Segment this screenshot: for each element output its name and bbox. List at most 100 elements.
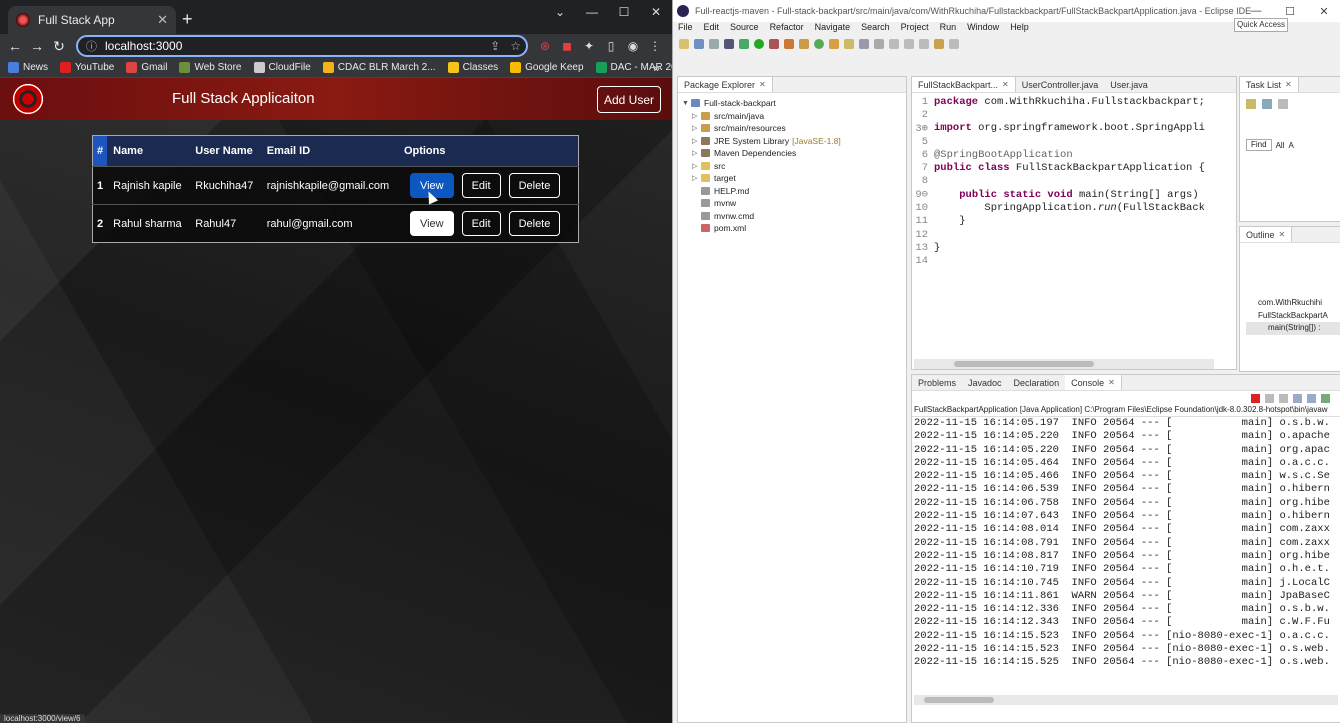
tab-package-explorer[interactable]: Package Explorer ✕ <box>678 77 773 92</box>
bookmark-item[interactable]: Web Store <box>179 62 242 73</box>
prev-annotation-icon[interactable] <box>919 39 929 49</box>
filter-icon[interactable] <box>1262 99 1272 109</box>
expand-arrow-icon[interactable]: ▷ <box>692 162 701 170</box>
quick-access-field[interactable]: Quick Access <box>1234 18 1288 32</box>
menu-navigate[interactable]: Navigate <box>815 22 851 36</box>
tree-item[interactable]: ▷ Maven Dependencies <box>682 147 906 160</box>
bookmark-item[interactable]: DAC - MAR 2022 -... <box>595 62 672 73</box>
extension-s-icon[interactable]: ⊛ <box>534 36 556 56</box>
expand-arrow-icon[interactable]: ▷ <box>692 137 701 145</box>
expand-arrow-icon[interactable]: ▷ <box>692 174 701 182</box>
tree-item[interactable]: pom.xml <box>682 222 906 235</box>
pin-console-icon[interactable] <box>1307 393 1316 403</box>
task-all-link[interactable]: All <box>1276 141 1285 150</box>
code-area[interactable]: 1 package com.WithRkuchiha.Fullstackbackp… <box>912 93 1236 268</box>
terminal-icon[interactable] <box>724 39 734 49</box>
new-class-icon[interactable] <box>814 39 824 49</box>
menu-window[interactable]: Window <box>967 22 999 36</box>
menu-refactor[interactable]: Refactor <box>770 22 804 36</box>
scroll-thumb[interactable] <box>954 361 1094 367</box>
tab-user-java[interactable]: User.java <box>1104 77 1154 92</box>
add-user-button[interactable]: Add User <box>597 86 661 113</box>
outline-package[interactable]: com.WithRkuchihi <box>1246 297 1340 310</box>
maximize-icon[interactable]: ☐ <box>608 0 640 24</box>
expand-arrow-icon[interactable]: ▷ <box>692 149 701 157</box>
profile-avatar-icon[interactable]: ◉ <box>622 36 644 56</box>
back-arrow-icon[interactable]: ← <box>4 35 26 57</box>
next-annotation-icon[interactable] <box>904 39 914 49</box>
expand-arrow-icon[interactable]: ▷ <box>692 112 701 120</box>
debug-icon[interactable] <box>739 39 749 49</box>
tab-problems[interactable]: Problems <box>912 375 962 390</box>
menu-edit[interactable]: Edit <box>704 22 720 36</box>
side-panel-icon[interactable]: ▯ <box>600 36 622 56</box>
open-console-icon[interactable] <box>1321 393 1330 403</box>
bookmark-item[interactable]: Classes <box>447 62 498 73</box>
save-all-icon[interactable] <box>709 39 719 49</box>
delete-button[interactable]: Delete <box>508 173 561 198</box>
tab-task-list[interactable]: Task List ✕ <box>1240 77 1299 92</box>
menu-source[interactable]: Source <box>730 22 759 36</box>
extension-red-icon[interactable]: ◼ <box>556 36 578 56</box>
whitespace-icon[interactable] <box>889 39 899 49</box>
search-icon[interactable] <box>844 39 854 49</box>
share-icon[interactable]: ⇪ <box>490 39 500 53</box>
edit-button[interactable]: Edit <box>461 173 501 198</box>
tree-item[interactable]: ▷ JRE System Library [JavaSE-1.8] <box>682 135 906 148</box>
tree-item[interactable]: ▷ src <box>682 160 906 173</box>
close-window-icon[interactable]: ✕ <box>640 0 672 24</box>
close-icon[interactable]: ✕ <box>759 80 766 89</box>
remove-launch-icon[interactable] <box>1265 393 1274 403</box>
chrome-menu-icon[interactable]: ⋮ <box>644 36 666 56</box>
expand-arrow-icon[interactable]: ▷ <box>692 124 701 132</box>
close-window-icon[interactable]: ✕ <box>1307 0 1340 22</box>
bookmark-item[interactable]: YouTube <box>60 62 114 73</box>
toggle-mark-icon[interactable] <box>859 39 869 49</box>
clear-console-icon[interactable] <box>1279 393 1288 403</box>
tab-javadoc[interactable]: Javadoc <box>962 375 1008 390</box>
save-icon[interactable] <box>694 39 704 49</box>
terminate-icon[interactable] <box>1251 393 1260 403</box>
bookmark-star-icon[interactable]: ☆ <box>510 39 521 53</box>
collapse-icon[interactable] <box>1278 99 1288 109</box>
task-activate-link[interactable]: A <box>1288 141 1293 150</box>
edit-button[interactable]: Edit <box>461 211 501 236</box>
tree-item[interactable]: ▷ src/main/resources <box>682 122 906 135</box>
new-file-icon[interactable] <box>679 39 689 49</box>
new-java-project-icon[interactable] <box>799 39 809 49</box>
menu-project[interactable]: Project <box>901 22 929 36</box>
view-button[interactable]: View <box>409 211 454 236</box>
scroll-lock-icon[interactable] <box>1293 393 1302 403</box>
editor-horizontal-scrollbar[interactable] <box>914 359 1214 369</box>
bookmark-item[interactable]: CloudFile <box>253 62 311 73</box>
task-find-input[interactable]: Find <box>1246 139 1272 151</box>
expand-arrow-icon[interactable]: ▼ <box>682 100 691 107</box>
tree-item[interactable]: ▼ Full-stack-backpart <box>682 97 906 110</box>
site-info-icon[interactable]: ⓘ <box>86 38 97 54</box>
scroll-thumb[interactable] <box>924 697 994 703</box>
console-horizontal-scrollbar[interactable] <box>914 695 1338 705</box>
bookmark-item[interactable]: CDAC BLR March 2... <box>322 62 436 73</box>
tab-usercontroller-java[interactable]: UserController.java <box>1016 77 1105 92</box>
tab-declaration[interactable]: Declaration <box>1008 375 1066 390</box>
bookmark-item[interactable]: Google Keep <box>510 62 584 73</box>
menu-search[interactable]: Search <box>861 22 890 36</box>
browser-tab[interactable]: Full Stack App ✕ <box>8 6 176 34</box>
tab-fullstackbackpart-java[interactable]: FullStackBackpart... ✕ <box>912 77 1016 92</box>
close-icon[interactable]: ✕ <box>1285 80 1292 89</box>
run-icon[interactable] <box>754 39 764 49</box>
tab-console[interactable]: Console ✕ <box>1065 375 1122 390</box>
bookmark-item[interactable]: News <box>8 62 48 73</box>
tab-close-icon[interactable]: ✕ <box>157 12 168 28</box>
back-icon[interactable] <box>934 39 944 49</box>
console-output[interactable]: 2022-11-15 16:14:05.197 INFO 20564 --- [… <box>912 417 1340 670</box>
menu-run[interactable]: Run <box>940 22 957 36</box>
annotation-icon[interactable] <box>874 39 884 49</box>
menu-help[interactable]: Help <box>1010 22 1029 36</box>
close-icon[interactable]: ✕ <box>1002 80 1009 89</box>
extensions-puzzle-icon[interactable]: ✦ <box>578 36 600 56</box>
minimize-icon[interactable]: — <box>576 0 608 24</box>
tab-outline[interactable]: Outline ✕ <box>1240 227 1293 242</box>
external-tools-icon[interactable] <box>784 39 794 49</box>
chevron-down-icon[interactable]: ⌄ <box>544 0 576 24</box>
